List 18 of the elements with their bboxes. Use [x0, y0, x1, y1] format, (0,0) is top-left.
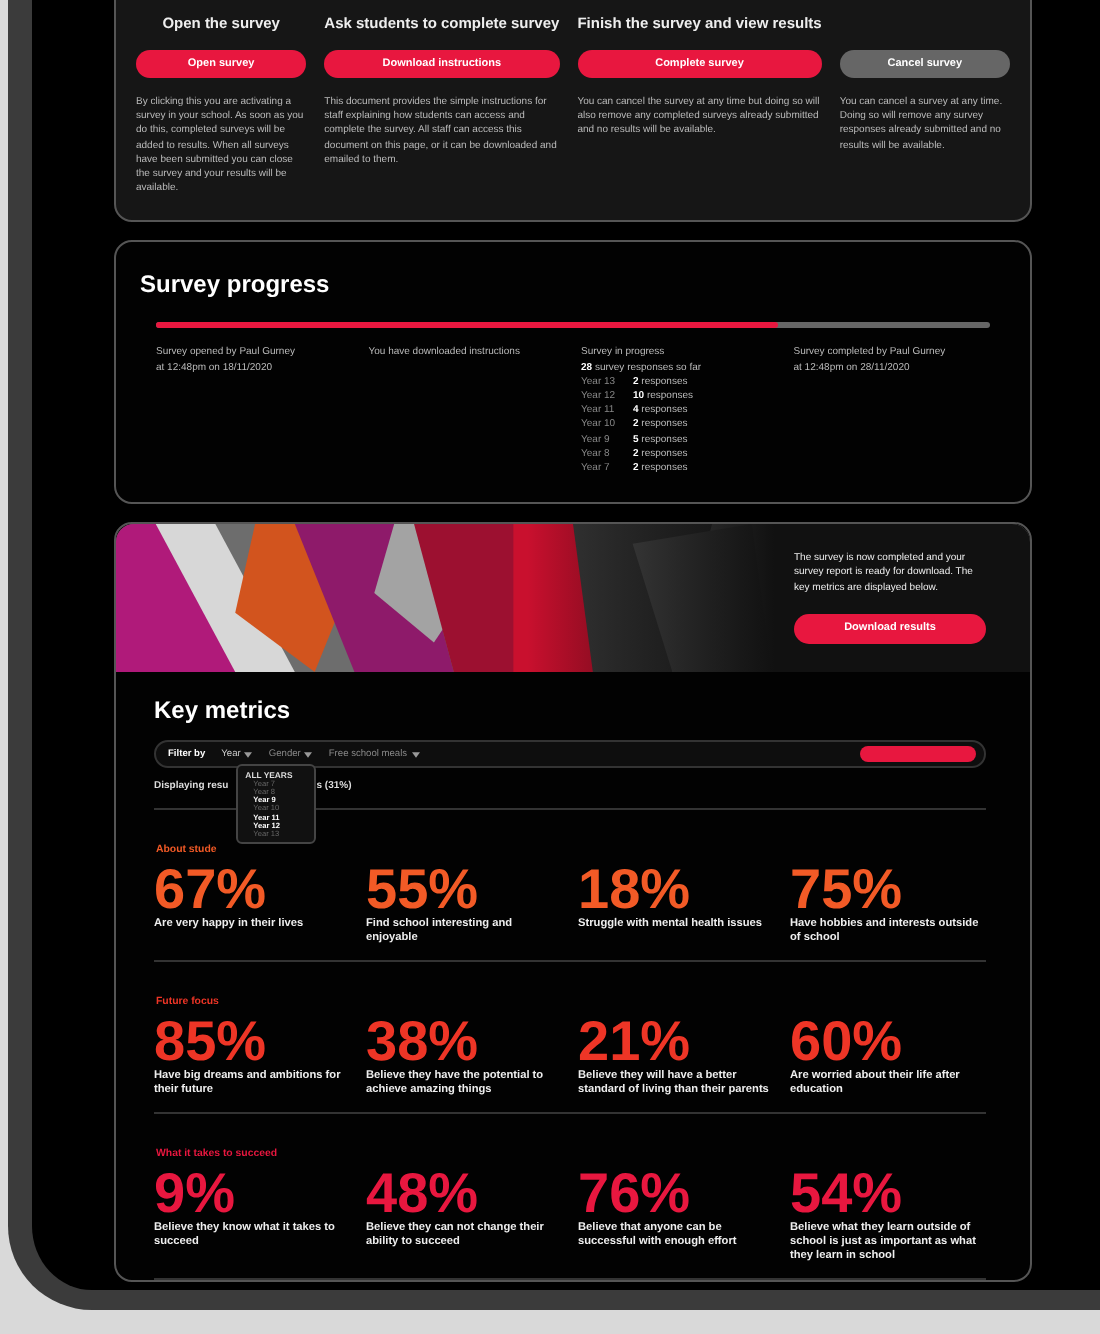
section-title: Survey progress	[140, 270, 332, 299]
metric-value: 18%	[578, 862, 692, 919]
metric-value: 67%	[154, 862, 267, 919]
metric-value: 76%	[578, 1166, 691, 1223]
metric-value: 55%	[366, 862, 479, 919]
metric-value: 21%	[578, 1014, 691, 1071]
metric-value: 75%	[790, 862, 903, 919]
metric-value: 54%	[790, 1166, 903, 1223]
filter-button[interactable]	[860, 746, 976, 763]
metric-value: 38%	[366, 1014, 479, 1071]
metric-value: 60%	[790, 1014, 903, 1071]
caret-icon	[411, 751, 420, 758]
metric-value: 48%	[366, 1166, 479, 1223]
metric-value: 85%	[154, 1014, 269, 1071]
section-title: Key metrics	[154, 696, 293, 725]
metric-value: 9%	[154, 1166, 235, 1223]
caret-icon	[304, 751, 313, 758]
caret-icon	[244, 751, 253, 758]
